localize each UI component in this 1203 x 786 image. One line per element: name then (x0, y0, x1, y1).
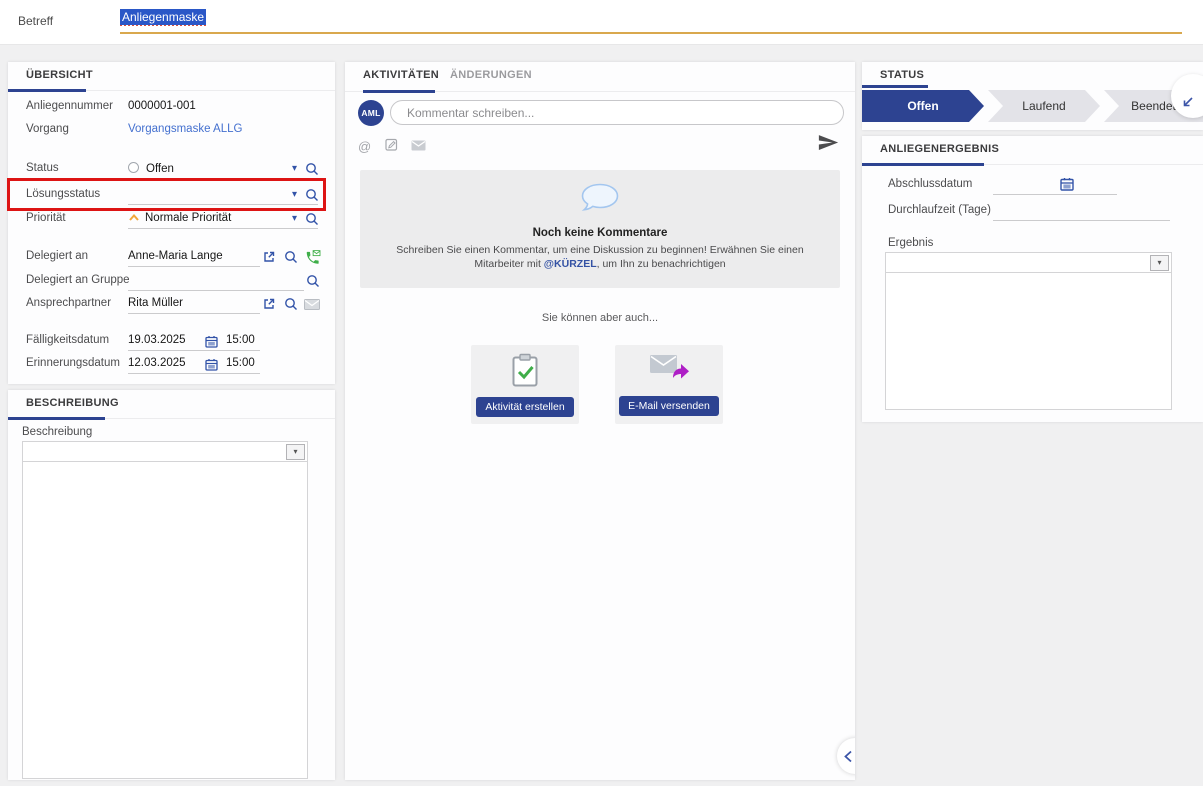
status-search-icon[interactable] (305, 162, 321, 177)
faelligkeitsdatum-calendar-icon[interactable] (205, 335, 221, 350)
comment-input[interactable]: Kommentar schreiben... (390, 100, 844, 125)
collapse-panel-button[interactable] (837, 738, 855, 774)
status-panel: STATUS Offen Laufend Beendet (862, 62, 1203, 130)
delegiert-an-open-icon[interactable] (262, 250, 278, 265)
subject-bar: Betreff Anliegenmaske (0, 0, 1203, 45)
mention-example: @KÜRZEL (544, 258, 597, 270)
create-activity-button[interactable]: Aktivität erstellen (476, 397, 573, 417)
send-email-button[interactable]: E-Mail versenden (619, 396, 719, 416)
chevron-left-icon (843, 750, 853, 763)
durchlaufzeit-input[interactable] (993, 202, 1170, 221)
no-comments-title: Noch keine Kommentare (360, 227, 840, 239)
status-circle-icon (128, 162, 139, 173)
status-tab-header: STATUS (862, 62, 1203, 88)
mail-attach-icon[interactable] (411, 139, 426, 154)
field-anliegennummer: Anliegennummer 0000001-001 (8, 98, 335, 117)
anliegenergebnis-panel: ANLIEGENERGEBNIS Abschlussdatum Durchlau… (862, 136, 1203, 422)
betreff-input[interactable]: Anliegenmaske (120, 10, 1183, 32)
delegiert-an-search-icon[interactable] (284, 250, 300, 265)
status-step-bar: Offen Laufend Beendet (862, 90, 1203, 122)
beschreibung-tab-header: BESCHREIBUNG (8, 390, 335, 419)
ergebnis-textarea[interactable] (885, 272, 1172, 410)
beschreibung-dropdown-icon[interactable]: ▾ (286, 444, 305, 460)
arrow-down-left-icon (1180, 95, 1195, 110)
tab-beschreibung[interactable]: BESCHREIBUNG (26, 397, 119, 409)
faelligkeitsdatum-input[interactable]: 19.03.2025 15:00 (128, 332, 260, 351)
clipboard-check-icon (510, 353, 540, 389)
betreff-label: Betreff (18, 14, 53, 28)
abschlussdatum-calendar-icon[interactable] (1060, 177, 1076, 192)
field-abschlussdatum: Abschlussdatum (862, 176, 1203, 195)
ergebnis-toolbar: ▾ (885, 252, 1172, 273)
beschreibung-toolbar: ▾ (22, 441, 308, 462)
faelligkeitszeit-input: 15:00 (226, 334, 255, 346)
field-delegiert-an: Delegiert an Anne-Maria Lange (8, 248, 335, 267)
beschreibung-textarea[interactable] (22, 461, 308, 779)
aktivitaeten-panel: AKTIVITÄTEN ÄNDERUNGEN AML Kommentar sch… (345, 62, 855, 780)
betreff-underline (120, 32, 1182, 34)
delegiert-an-phone-icon[interactable] (304, 250, 320, 265)
uebersicht-tab-header: ÜBERSICHT (8, 62, 335, 91)
ergebnis-tab-header: ANLIEGENERGEBNIS (862, 136, 1203, 165)
mail-forward-icon (649, 353, 689, 380)
prioritaet-search-icon[interactable] (305, 212, 321, 227)
no-comments-text: Schreiben Sie einen Kommentar, um eine D… (378, 243, 822, 271)
tab-uebersicht[interactable]: ÜBERSICHT (26, 69, 93, 81)
mention-at-icon[interactable]: @ (358, 139, 371, 154)
step-offen[interactable]: Offen (862, 90, 984, 122)
field-durchlaufzeit: Durchlaufzeit (Tage) (862, 202, 1203, 221)
beschreibung-label: Beschreibung (22, 426, 92, 438)
field-delegiert-gruppe: Delegiert an Gruppe (8, 272, 335, 291)
uebersicht-panel: ÜBERSICHT Anliegennummer 0000001-001 Vor… (8, 62, 335, 384)
ansprechpartner-input[interactable]: Rita Müller (128, 295, 260, 314)
priority-normal-icon (128, 213, 140, 222)
erinnerungsdatum-input[interactable]: 12.03.2025 15:00 (128, 355, 260, 374)
ansprechpartner-open-icon[interactable] (262, 297, 278, 312)
speech-bubble-icon (579, 182, 621, 216)
no-comments-box: Noch keine Kommentare Schreiben Sie eine… (360, 170, 840, 288)
beschreibung-panel: BESCHREIBUNG Beschreibung ▾ (8, 390, 335, 780)
create-activity-card: Aktivität erstellen (471, 345, 579, 424)
also-text: Sie können aber auch... (345, 312, 855, 324)
tab-anliegenergebnis[interactable]: ANLIEGENERGEBNIS (880, 143, 999, 155)
tab-aktivitaeten[interactable]: AKTIVITÄTEN (363, 69, 439, 81)
erinnerungszeit-input: 15:00 (226, 357, 255, 369)
field-faelligkeitsdatum: Fälligkeitsdatum 19.03.2025 15:00 (8, 332, 335, 351)
abschlussdatum-input[interactable] (993, 176, 1117, 195)
ergebnis-dropdown-icon[interactable]: ▾ (1150, 255, 1169, 271)
send-email-card: E-Mail versenden (615, 345, 723, 424)
step-laufend[interactable]: Laufend (988, 90, 1100, 122)
delegiert-gruppe-input[interactable] (128, 272, 304, 291)
comment-toolbar: @ (358, 138, 436, 154)
vorgang-link[interactable]: Vorgangsmaske ALLG (128, 123, 242, 135)
field-status: Status Offen ▾ (8, 160, 335, 179)
user-avatar[interactable]: AML (358, 100, 384, 126)
betreff-selected-text: Anliegenmaske (120, 9, 206, 25)
status-input[interactable]: Offen (128, 160, 318, 179)
loesungsstatus-highlight-box (7, 178, 326, 211)
tab-status[interactable]: STATUS (880, 69, 924, 81)
field-vorgang: Vorgang Vorgangsmaske ALLG (8, 121, 335, 140)
anliegennummer-value: 0000001-001 (128, 100, 196, 112)
erinnerungsdatum-calendar-icon[interactable] (205, 358, 221, 373)
delegiert-an-input[interactable]: Anne-Maria Lange (128, 248, 260, 267)
tab-aenderungen[interactable]: ÄNDERUNGEN (450, 69, 532, 81)
field-ansprechpartner: Ansprechpartner Rita Müller (8, 295, 335, 314)
delegiert-gruppe-search-icon[interactable] (306, 274, 322, 289)
send-comment-icon[interactable] (818, 134, 839, 156)
ergebnis-label: Ergebnis (888, 237, 933, 249)
field-erinnerungsdatum: Erinnerungsdatum 12.03.2025 15:00 (8, 355, 335, 374)
aktivitaeten-tab-header: AKTIVITÄTEN ÄNDERUNGEN (345, 62, 855, 92)
ansprechpartner-search-icon[interactable] (284, 297, 300, 312)
ansprechpartner-mail-icon[interactable] (304, 299, 320, 314)
prioritaet-input[interactable]: Normale Priorität (128, 210, 318, 229)
note-edit-icon[interactable] (385, 139, 398, 154)
field-prioritaet: Priorität Normale Priorität ▾ (8, 210, 335, 229)
